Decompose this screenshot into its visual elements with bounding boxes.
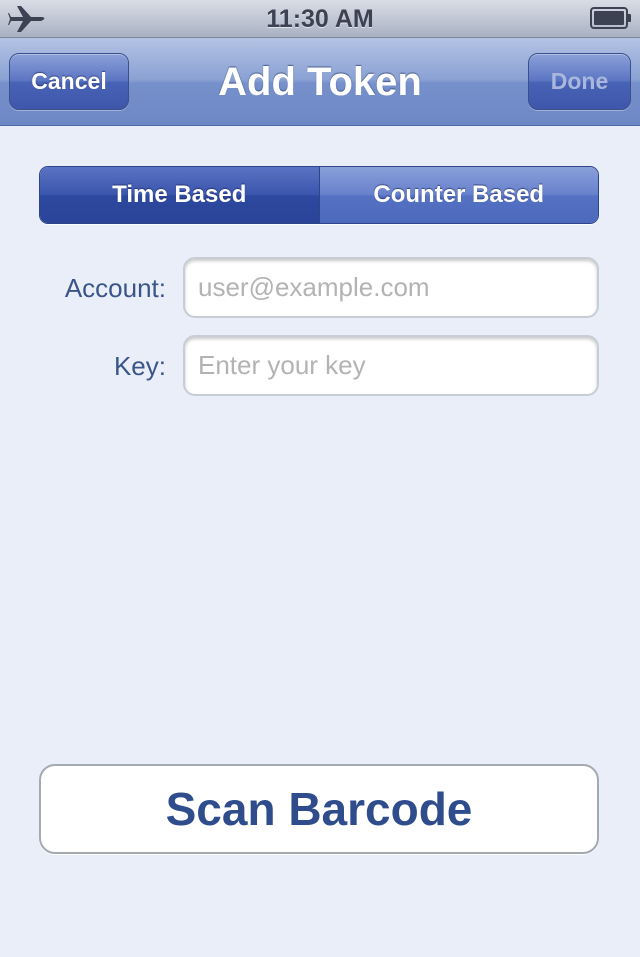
- segment-time-based[interactable]: Time Based: [40, 167, 320, 223]
- account-label: Account:: [64, 273, 166, 303]
- done-button[interactable]: Done: [528, 53, 631, 110]
- account-field[interactable]: [183, 257, 599, 318]
- cancel-button[interactable]: Cancel: [9, 53, 129, 110]
- scan-barcode-button[interactable]: Scan Barcode: [39, 764, 599, 854]
- segment-counter-based[interactable]: Counter Based: [319, 167, 598, 223]
- navigation-bar: Cancel Add Token Done: [0, 38, 640, 126]
- key-label: Key:: [113, 351, 166, 381]
- page-title: Add Token: [218, 60, 422, 104]
- token-type-segmented-control: Time Based Counter Based: [39, 166, 599, 224]
- status-bar: 11:30 AM: [0, 0, 640, 38]
- battery-icon: [590, 7, 631, 29]
- status-time: 11:30 AM: [266, 5, 374, 33]
- key-field[interactable]: [183, 335, 599, 396]
